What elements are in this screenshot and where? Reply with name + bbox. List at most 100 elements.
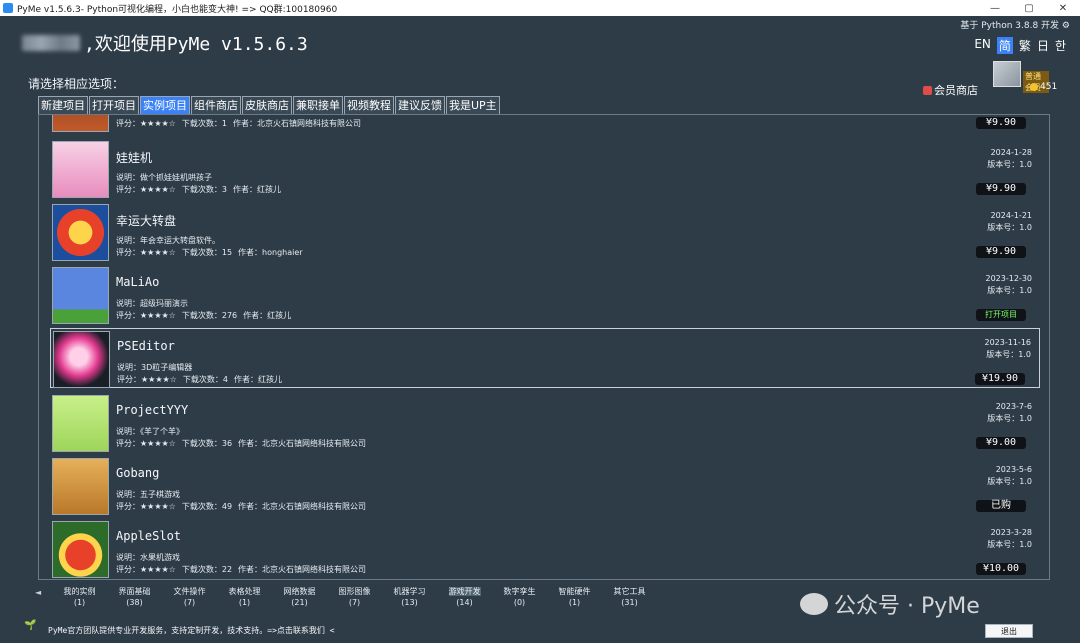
category-count: (0) xyxy=(513,598,526,607)
python-version-label: 基于 Python 3.8.8 开发 xyxy=(960,21,1060,31)
project-author: 作者：北京火石镇网络科技有限公司 xyxy=(232,119,361,128)
project-date: 2023-3-28 xyxy=(990,528,1032,537)
lang-korean[interactable]: 한 xyxy=(1055,37,1066,54)
project-thumbnail[interactable] xyxy=(52,204,109,261)
project-version: 版本号：1.0 xyxy=(987,286,1032,295)
lang-simplified[interactable]: 简 xyxy=(996,37,1013,54)
project-item[interactable]: 娃娃机 说明：做个抓娃娃机哄孩子 评分：★★★★☆ 下载次数：3 作者：红孩儿 … xyxy=(50,139,1040,199)
open-project-button[interactable]: 打开项目 xyxy=(976,309,1026,321)
buy-button[interactable]: ¥9.00 xyxy=(976,437,1026,449)
lang-japanese[interactable]: 日 xyxy=(1037,37,1049,54)
project-name: Gobang xyxy=(116,466,160,480)
project-thumbnail[interactable] xyxy=(53,331,110,388)
tab-3[interactable]: 组件商店 xyxy=(191,96,241,114)
project-item[interactable]: AppleSlot 说明：水果机游戏 评分：★★★★☆ 下载次数：22 作者：北… xyxy=(50,519,1040,579)
blurred-username xyxy=(22,35,80,51)
buy-button[interactable]: ¥19.90 xyxy=(975,373,1025,385)
category-0[interactable]: 我的实例 (1) xyxy=(52,586,107,608)
scroll-left-icon[interactable]: ◄ xyxy=(35,588,41,597)
project-version: 版本号：1.0 xyxy=(986,350,1031,359)
buy-button[interactable]: ¥9.90 xyxy=(976,183,1026,195)
category-7[interactable]: 游戏开发 (14) xyxy=(437,586,492,608)
project-thumbnail[interactable] xyxy=(52,458,109,515)
category-count: (13) xyxy=(401,598,418,607)
project-item[interactable]: PSEditor 说明：3D粒子编辑器 评分：★★★★☆ 下载次数：4 作者：红… xyxy=(50,328,1040,388)
category-1[interactable]: 界面基础 (38) xyxy=(107,586,162,608)
project-item[interactable]: Gobang 说明：五子棋游戏 评分：★★★★☆ 下载次数：49 作者：北京火石… xyxy=(50,456,1040,516)
user-profile[interactable]: 普通会员 xyxy=(993,61,1049,93)
project-version: 版本号：1.0 xyxy=(987,160,1032,169)
project-thumbnail[interactable] xyxy=(52,395,109,452)
category-count: (38) xyxy=(126,598,143,607)
tab-8[interactable]: 我是UP主 xyxy=(446,96,500,114)
tab-1[interactable]: 打开项目 xyxy=(89,96,139,114)
project-thumbnail[interactable] xyxy=(52,267,109,324)
service-notice[interactable]: PyMe官方团队提供专业开发服务，支持定制开发，技术支持。=>点击联系我们 < xyxy=(48,625,335,636)
main-tabs: 新建项目 打开项目 实例项目 组件商店 皮肤商店 兼职接单 视频教程 建议反馈 我是UP主 xyxy=(38,96,501,114)
coin-balance: 451 xyxy=(1030,82,1057,92)
lang-traditional[interactable]: 繁 xyxy=(1019,37,1031,54)
app-icon xyxy=(3,3,13,13)
project-version: 版本号：1.0 xyxy=(987,223,1032,232)
project-version: 版本号：1.0 xyxy=(987,477,1032,486)
project-description: 说明：五子棋游戏 xyxy=(116,490,180,499)
owned-badge[interactable]: 已购 xyxy=(976,500,1026,512)
project-thumbnail[interactable] xyxy=(52,521,109,578)
category-bar: 我的实例 (1) 界面基础 (38) 文件操作 (7) 表格处理 (1) 网络数据 (2… xyxy=(52,586,657,608)
category-9[interactable]: 智能硬件 (1) xyxy=(547,586,602,608)
gear-icon[interactable]: ⚙ xyxy=(1062,21,1070,31)
exit-button[interactable]: 退出 xyxy=(985,624,1033,638)
tab-4[interactable]: 皮肤商店 xyxy=(242,96,292,114)
tab-6[interactable]: 视频教程 xyxy=(344,96,394,114)
category-2[interactable]: 文件操作 (7) xyxy=(162,586,217,608)
category-10[interactable]: 其它工具 (31) xyxy=(602,586,657,608)
project-name: AppleSlot xyxy=(116,529,182,543)
project-name: PSEditor xyxy=(117,339,175,353)
category-label: 其它工具 xyxy=(613,587,646,596)
vip-shop-label: 会员商店 xyxy=(934,84,978,97)
project-item[interactable]: 幸运大转盘 说明：年会幸运大转盘软件。 评分：★★★★☆ 下载次数：15 作者：… xyxy=(50,202,1040,262)
category-4[interactable]: 网络数据 (21) xyxy=(272,586,327,608)
maximize-button[interactable]: ▢ xyxy=(1012,0,1046,16)
buy-button[interactable]: ¥9.90 xyxy=(976,246,1026,258)
python-version-info: 基于 Python 3.8.8 开发 ⚙ xyxy=(960,18,1070,31)
project-item[interactable]: ProjectYYY 说明：《羊了个羊》 评分：★★★★☆ 下载次数：36 作者… xyxy=(50,393,1040,453)
project-author: 作者：红孩儿 xyxy=(243,311,292,320)
category-5[interactable]: 图形图像 (7) xyxy=(327,586,382,608)
category-label: 文件操作 xyxy=(173,587,206,596)
project-author: 作者：北京火石镇网络科技有限公司 xyxy=(238,502,367,511)
tab-2[interactable]: 实例项目 xyxy=(140,96,190,114)
category-6[interactable]: 机器学习 (13) xyxy=(382,586,437,608)
buy-button[interactable]: ¥9.90 xyxy=(976,117,1026,129)
category-8[interactable]: 数字孪生 (0) xyxy=(492,586,547,608)
minimize-button[interactable]: — xyxy=(978,0,1012,16)
buy-button[interactable]: ¥10.00 xyxy=(976,563,1026,575)
tab-0[interactable]: 新建项目 xyxy=(38,96,88,114)
project-date: 2023-12-30 xyxy=(985,274,1033,283)
category-count: (7) xyxy=(348,598,361,607)
project-downloads: 下载次数：1 xyxy=(181,119,227,128)
project-item[interactable]: MaLiAo 说明：超级玛丽演示 评分：★★★★☆ 下载次数：276 作者：红孩… xyxy=(50,265,1040,325)
project-meta: 评分：★★★★☆ 下载次数：276 作者：红孩儿 xyxy=(116,310,291,321)
tab-5[interactable]: 兼职接单 xyxy=(293,96,343,114)
project-thumbnail[interactable] xyxy=(52,115,109,132)
category-3[interactable]: 表格处理 (1) xyxy=(217,586,272,608)
project-rating: 评分：★★★★☆ xyxy=(116,502,176,511)
avatar[interactable] xyxy=(993,61,1021,87)
project-item[interactable]: 说明：推箱子小游戏 评分：★★★★☆ 下载次数：1 作者：北京火石镇网络科技有限… xyxy=(50,115,1040,133)
project-rating: 评分：★★★★☆ xyxy=(116,565,176,574)
window-title: PyMe v1.5.6.3- Python可视化编程，小白也能变大神! => Q… xyxy=(17,4,338,15)
vip-shop-link[interactable]: 会员商店 xyxy=(923,82,978,98)
example-project-list[interactable]: 说明：推箱子小游戏 评分：★★★★☆ 下载次数：1 作者：北京火石镇网络科技有限… xyxy=(38,114,1050,580)
project-date: 2023-7-6 xyxy=(995,402,1032,411)
project-description: 说明：超级玛丽演示 xyxy=(116,299,188,308)
category-label: 我的实例 xyxy=(63,587,96,596)
project-description: 说明：水果机游戏 xyxy=(116,553,180,562)
select-option-label: 请选择相应选项： xyxy=(28,77,125,91)
lang-en[interactable]: EN xyxy=(974,37,991,54)
tab-7[interactable]: 建议反馈 xyxy=(395,96,445,114)
project-thumbnail[interactable] xyxy=(52,141,109,198)
close-button[interactable]: ✕ xyxy=(1046,0,1080,16)
project-description: 说明：3D粒子编辑器 xyxy=(117,363,193,372)
category-label: 界面基础 xyxy=(118,587,151,596)
